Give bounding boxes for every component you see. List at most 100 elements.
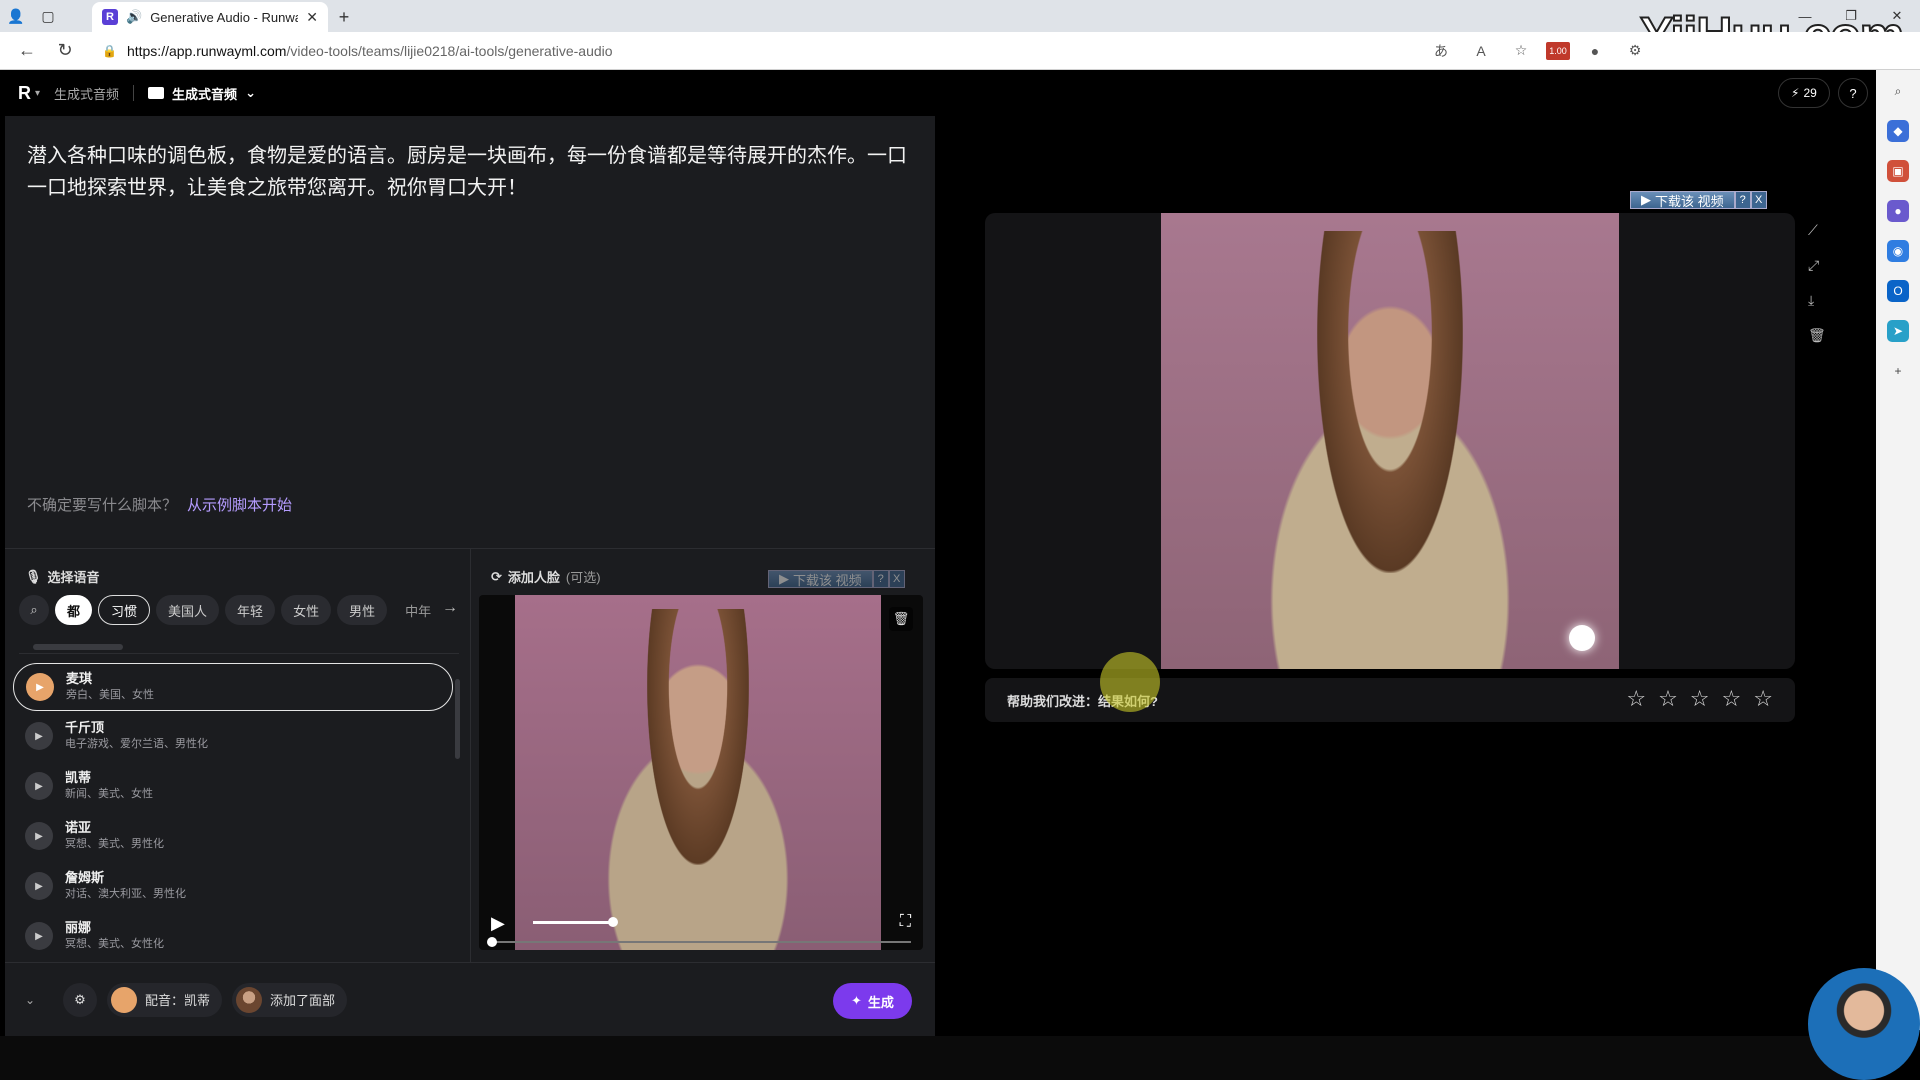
download-close-button[interactable]: X [888,570,905,588]
play-icon[interactable]: ▶ [26,673,54,701]
settings-sliders-icon[interactable]: ⚙ [63,982,97,1017]
voice-item-maggie[interactable]: ▶ 麦琪 旁白、美国、女性 [13,663,453,711]
reload-icon[interactable]: ↻ [48,36,82,66]
download-close-button[interactable]: X [1750,191,1767,209]
result-video[interactable] [985,213,1795,669]
volume-slider[interactable] [533,917,618,927]
voice-item-jack[interactable]: ▶ 千斤顶 电子游戏、爱尔兰语、男性化 [13,711,453,761]
hint-text: 不确定要写什么脚本？ [27,497,178,514]
voice-title-text: 选择语音 [47,570,100,585]
read-aloud-icon[interactable]: A [1466,37,1496,65]
download-video-overlay[interactable]: ▶ 下载该 视频 ? X [1630,190,1767,210]
extensions-puzzle-icon[interactable]: ⚙ [1620,37,1650,65]
browser-sidebar: ⌕ ◆ ▣ ● ◉ O ➤ + [1876,70,1920,1030]
profile-icon[interactable]: 👤 [0,0,32,32]
play-icon[interactable]: ▶ [25,822,53,850]
project-selector[interactable]: 生成式音频 ⌄ [148,84,256,103]
translate-icon[interactable]: あ [1426,37,1456,65]
runway-logo-icon[interactable]: R ▾ [18,83,40,104]
presenter-webcam [1808,968,1920,1080]
generate-button[interactable]: ✦ 生成 [833,983,912,1019]
trash-icon[interactable]: 🗑 [1808,327,1826,344]
expand-icon[interactable]: ⤢ [1808,257,1826,274]
tab-title: Generative Audio - Runway [150,9,299,25]
sidebar-add-icon[interactable]: + [1887,360,1909,382]
fullscreen-icon[interactable]: ⛶ [900,913,911,931]
star-icon[interactable]: ☆ [1690,688,1710,710]
play-icon[interactable]: ▶ [25,872,53,900]
voice-avatar [111,986,137,1013]
playhead-dot[interactable] [1569,625,1595,651]
tab-close-icon[interactable]: ✕ [306,9,318,26]
download-help-button[interactable]: ? [872,570,889,588]
selected-face-chip[interactable]: 添加了面部 [232,982,348,1017]
face-video-player[interactable]: 🗑 ▶ ⛶ [479,595,923,950]
selected-voice-chip[interactable]: 配音：凯蒂 [107,982,223,1017]
voice-item-katie[interactable]: ▶ 凯蒂 新闻、美式、女性 [13,761,453,811]
download-video-button[interactable]: ▶ 下载该 视频 [768,570,873,588]
filter-middle-aged[interactable]: 中年 [393,595,443,625]
extension-icon[interactable]: ● [1580,37,1610,65]
magic-wand-icon[interactable]: ⟋ [1808,222,1826,239]
lock-icon[interactable]: 🔒 [102,44,117,58]
star-icon[interactable]: ☆ [1753,688,1773,710]
download-video-button[interactable]: ▶ 下载该 视频 [1630,191,1735,209]
sidebar-tools-icon[interactable]: ▣ [1887,160,1909,182]
voice-selector: 🎙 选择语音 ⌕ 都 习惯 美国人 年轻 女性 男性 中年 → ▶ 麦琪 旁白、美… [5,549,470,962]
filter-scrollbar[interactable] [33,644,123,650]
script-textarea[interactable]: 潜入各种口味的调色板，食物是爱的语言。厨房是一块画布，每一份食谱都是等待展开的杰… [27,140,917,204]
download-icon[interactable]: ⤓ [1808,292,1826,309]
tab-actions-icon[interactable]: ▢ [32,0,64,32]
voice-search-icon[interactable]: ⌕ [19,595,49,625]
filter-american[interactable]: 美国人 [156,595,220,625]
voice-item-noah[interactable]: ▶ 诺亚 冥想、美式、男性化 [13,811,453,861]
star-rating: ☆ ☆ ☆ ☆ ☆ [1626,688,1773,710]
video-progress-bar[interactable] [487,937,911,947]
new-tab-button[interactable]: + [328,2,360,32]
sidebar-tag-icon[interactable]: ◆ [1887,120,1909,142]
favorite-star-icon[interactable]: ☆ [1506,37,1536,65]
voice-item-lina[interactable]: ▶ 丽娜 冥想、美式、女性化 [13,911,453,955]
star-icon[interactable]: ☆ [1626,688,1646,710]
sample-script-link[interactable]: 从示例脚本开始 [187,497,292,514]
play-icon[interactable]: ▶ [25,722,53,750]
voice-item-james[interactable]: ▶ 詹姆斯 对话、澳大利亚、男性化 [13,861,453,911]
folder-icon [148,87,165,99]
filter-all[interactable]: 都 [55,595,93,625]
star-icon[interactable]: ☆ [1658,688,1678,710]
download-help-button[interactable]: ? [1734,191,1751,209]
extension-badge[interactable]: 1.00 [1546,41,1570,60]
video-play-icon[interactable]: ▶ [491,913,505,934]
filter-male[interactable]: 男性 [337,595,388,625]
voice-name: 诺亚 [65,820,92,835]
voice-list-scrollbar[interactable] [455,679,460,759]
credits-button[interactable]: ⚡ 29 [1778,78,1830,108]
sidebar-search-icon[interactable]: ⌕ [1887,80,1909,102]
breadcrumb[interactable]: 生成式音频 [54,84,119,103]
face-title-text: 添加人脸 [507,570,560,585]
filter-female[interactable]: 女性 [281,595,332,625]
filter-young[interactable]: 年轻 [225,595,276,625]
microphone-icon: 🎙 [25,568,42,584]
sidebar-send-icon[interactable]: ➤ [1887,320,1909,342]
generate-label: 生成 [867,994,894,1010]
sidebar-people-icon[interactable]: ● [1887,200,1909,222]
play-icon: ▶ [779,571,789,586]
sidebar-office-icon[interactable]: ◉ [1887,240,1909,262]
url-path: /video-tools/teams/lijie0218/ai-tools/ge… [286,42,613,59]
arrow-right-icon[interactable]: → [442,599,458,617]
play-icon[interactable]: ▶ [25,772,53,800]
sidebar-outlook-icon[interactable]: O [1887,280,1909,302]
collapse-chevron-icon[interactable]: ⌄ [25,993,53,1007]
star-icon[interactable]: ☆ [1722,688,1742,710]
back-icon[interactable]: ← [10,36,44,66]
browser-tab[interactable]: R 🔊 Generative Audio - Runway ✕ [92,2,328,32]
play-icon[interactable]: ▶ [25,922,53,950]
voice-desc: 新闻、美式、女性 [65,788,153,800]
help-button[interactable]: ? [1838,78,1868,108]
download-video-overlay-small[interactable]: ▶ 下载该 视频 ? X [768,569,905,589]
speaker-icon[interactable]: 🔊 [126,9,142,25]
filter-custom[interactable]: 习惯 [98,595,151,625]
url-field[interactable]: 🔒 https://app.runwayml.com/video-tools/t… [92,36,1362,66]
delete-face-icon[interactable]: 🗑 [889,607,913,631]
